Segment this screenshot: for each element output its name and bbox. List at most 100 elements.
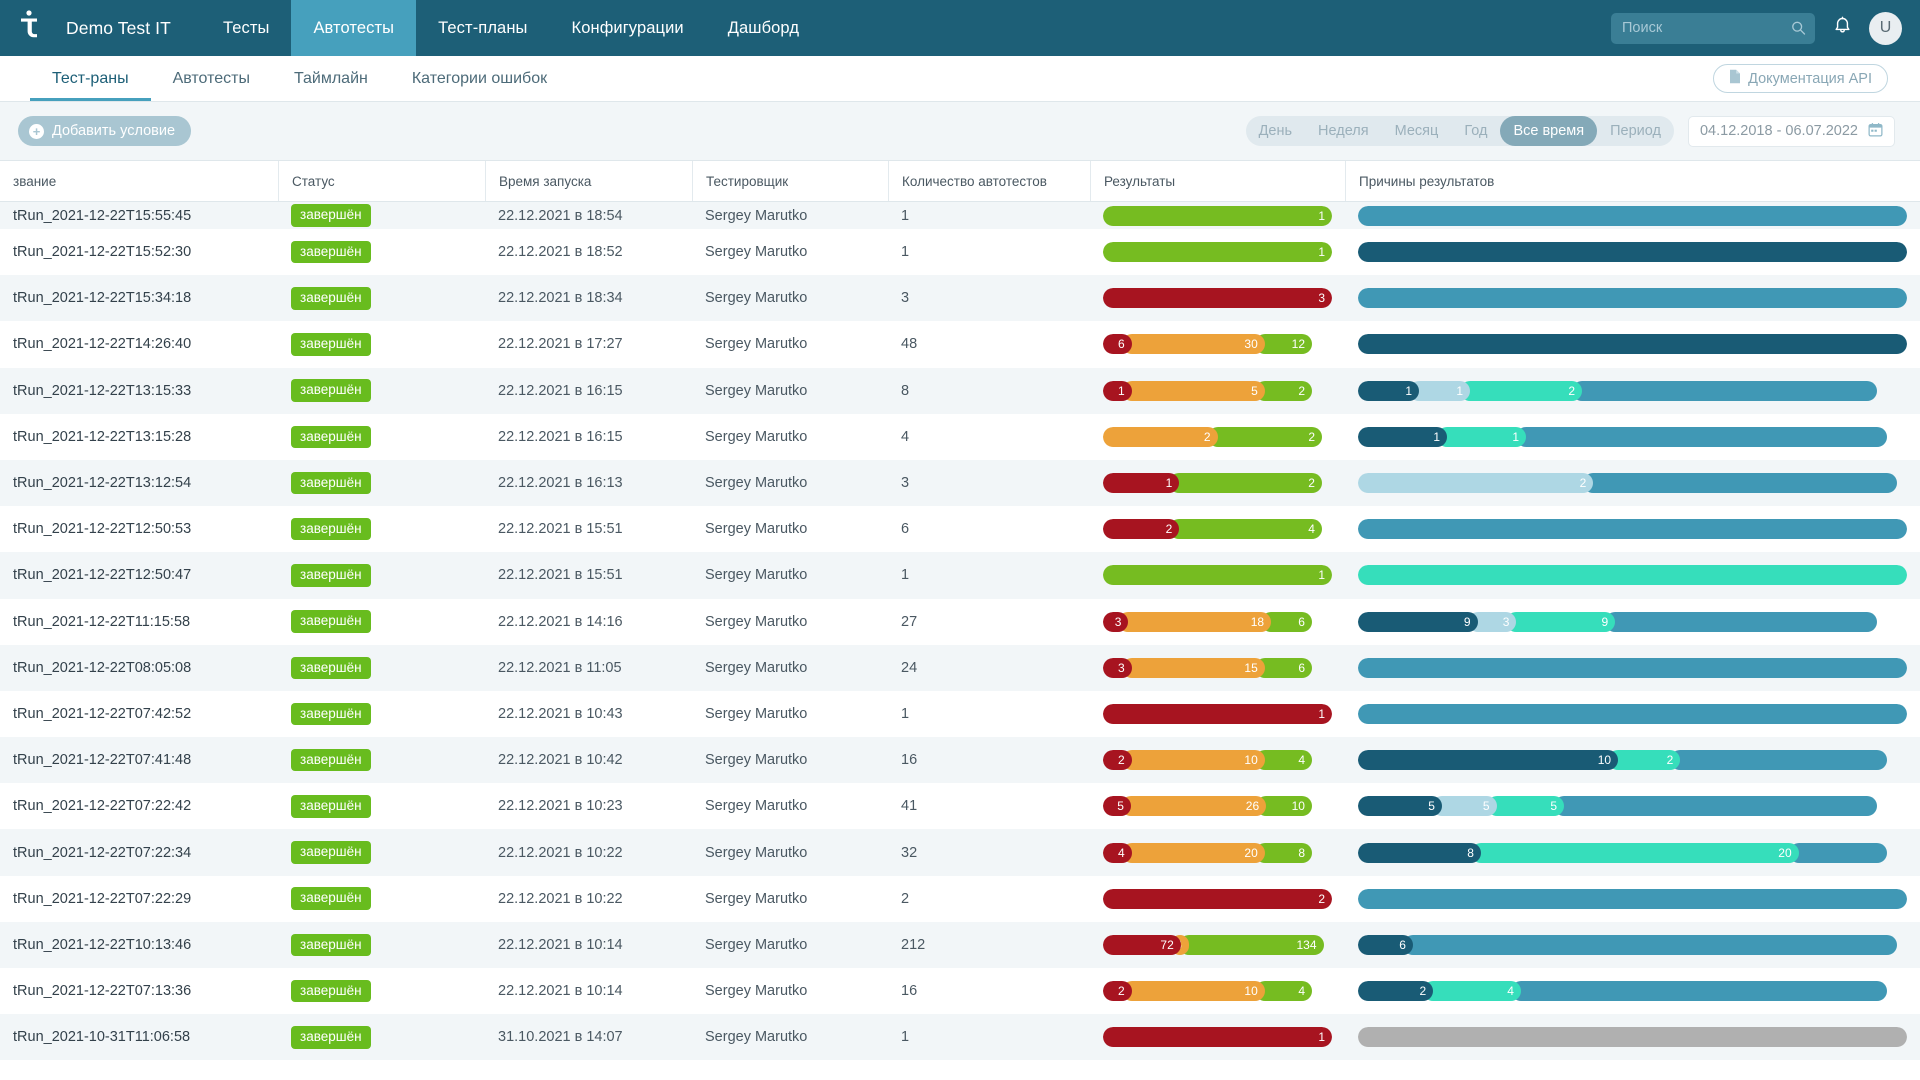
bar-segment-reason_teal[interactable] [1789,843,1887,863]
bar-segment-broken[interactable]: 30 [1122,334,1265,354]
status-badge[interactable]: завершён [291,703,371,726]
cell-name[interactable]: tRun_2021-12-22T13:15:28 [0,414,278,460]
cell-name[interactable]: tRun_2021-10-31T11:06:58 [0,1014,278,1060]
table-row[interactable]: tRun_2021-12-22T07:13:36завершён22.12.20… [0,968,1920,1014]
cell-name[interactable]: tRun_2021-12-22T15:55:45 [0,202,278,229]
bar-segment-broken[interactable]: 10 [1122,981,1265,1001]
cell-name[interactable]: tRun_2021-12-22T12:50:47 [0,552,278,598]
table-row[interactable]: tRun_2021-12-22T07:22:34завершён22.12.20… [0,829,1920,875]
bar-segment-reason_teal[interactable] [1403,935,1897,955]
cell-name[interactable]: tRun_2021-12-22T07:22:42 [0,783,278,829]
date-range-input[interactable]: 04.12.2018 - 06.07.2022 [1688,116,1895,147]
bar-segment-reason_teal[interactable] [1516,427,1887,447]
bar-segment-failed[interactable]: 2 [1103,981,1132,1001]
tab-error-categories[interactable]: Категории ошибок [390,56,569,101]
bar-segment-failed[interactable]: 1 [1103,381,1132,401]
bar-segment-reason_teal[interactable] [1670,750,1887,770]
bar-segment-reason_teal[interactable] [1358,658,1907,678]
status-badge[interactable]: завершён [291,204,371,227]
status-badge[interactable]: завершён [291,610,371,633]
add-condition-button[interactable]: + Добавить условие [18,116,191,146]
bar-segment-reason_teal[interactable] [1583,473,1897,493]
bar-segment-reason_mint[interactable] [1358,565,1907,585]
cell-name[interactable]: tRun_2021-12-22T13:12:54 [0,460,278,506]
cell-name[interactable]: tRun_2021-12-22T07:42:52 [0,691,278,737]
table-row[interactable]: tRun_2021-12-22T11:15:58завершён22.12.20… [0,599,1920,645]
bar-segment-passed[interactable]: 134 [1179,935,1324,955]
cell-name[interactable]: tRun_2021-12-22T08:05:08 [0,645,278,691]
bar-segment-failed[interactable]: 2 [1103,519,1179,539]
bar-segment-passed[interactable]: 4 [1169,519,1322,539]
status-badge[interactable]: завершён [291,1026,371,1049]
bar-segment-reason_mint[interactable]: 4 [1423,981,1521,1001]
period-chip-custom[interactable]: Период [1597,116,1674,146]
column-header-name[interactable]: звание [0,161,278,201]
bar-segment-reason_mint[interactable]: 1 [1437,427,1526,447]
nav-item-testplans[interactable]: Тест-планы [416,0,549,56]
bar-segment-reason_teal[interactable] [1358,206,1907,226]
status-badge[interactable]: завершён [291,980,371,1003]
bar-segment-reason_teal[interactable] [1358,889,1907,909]
cell-name[interactable]: tRun_2021-12-22T15:34:18 [0,275,278,321]
cell-name[interactable]: tRun_2021-12-22T12:50:53 [0,506,278,552]
bar-segment-reason_light_blue[interactable]: 2 [1358,473,1593,493]
period-chip-year[interactable]: Год [1451,116,1500,146]
bar-segment-reason_dark_teal[interactable]: 5 [1358,796,1442,816]
bar-segment-reason_dark_teal[interactable]: 6 [1358,935,1413,955]
bar-segment-failed[interactable]: 1 [1103,1027,1332,1047]
cell-name[interactable]: tRun_2021-12-22T07:41:48 [0,737,278,783]
cell-name[interactable]: tRun_2021-12-22T13:15:33 [0,368,278,414]
bar-segment-failed[interactable]: 2 [1103,889,1332,909]
table-row[interactable]: tRun_2021-12-22T14:26:40завершён22.12.20… [0,321,1920,367]
status-badge[interactable]: завершён [291,426,371,449]
app-logo[interactable] [0,0,58,56]
bar-segment-failed[interactable]: 72 [1103,935,1181,955]
status-badge[interactable]: завершён [291,333,371,356]
bar-segment-failed[interactable]: 1 [1103,473,1179,493]
api-documentation-button[interactable]: Документация API [1713,64,1888,93]
bar-segment-reason_dark_teal[interactable] [1358,334,1907,354]
bar-segment-passed[interactable]: 1 [1103,565,1332,585]
bar-segment-reason_gray[interactable] [1358,1027,1907,1047]
cell-name[interactable]: tRun_2021-12-22T07:22:34 [0,829,278,875]
table-row[interactable]: tRun_2021-12-22T08:05:08завершён22.12.20… [0,645,1920,691]
cell-name[interactable]: tRun_2021-12-22T07:22:29 [0,876,278,922]
bar-segment-broken[interactable]: 10 [1122,750,1265,770]
nav-item-autotests[interactable]: Автотесты [291,0,416,56]
column-header-results[interactable]: Результаты [1090,161,1345,201]
search-input[interactable] [1611,13,1815,44]
avatar[interactable]: U [1869,12,1902,45]
status-badge[interactable]: завершён [291,241,371,264]
table-row[interactable]: tRun_2021-12-22T10:13:46завершён22.12.20… [0,922,1920,968]
table-row[interactable]: tRun_2021-12-22T07:22:29завершён22.12.20… [0,876,1920,922]
bar-segment-reason_teal[interactable] [1605,612,1877,632]
bar-segment-passed[interactable]: 1 [1103,206,1332,226]
status-badge[interactable]: завершён [291,287,371,310]
bar-segment-reason_mint[interactable]: 20 [1471,843,1799,863]
table-row[interactable]: tRun_2021-12-22T15:52:30завершён22.12.20… [0,229,1920,275]
bar-segment-reason_dark_teal[interactable]: 1 [1358,381,1419,401]
bar-segment-reason_mint[interactable]: 2 [1460,381,1582,401]
tab-test-runs[interactable]: Тест-раны [30,56,151,101]
bar-segment-reason_dark_teal[interactable]: 10 [1358,750,1618,770]
bar-segment-broken[interactable]: 20 [1122,843,1265,863]
bar-segment-reason_teal[interactable] [1511,981,1887,1001]
status-badge[interactable]: завершён [291,934,371,957]
bar-segment-reason_mint[interactable]: 2 [1608,750,1680,770]
bar-segment-reason_dark_teal[interactable]: 8 [1358,843,1481,863]
bar-segment-reason_teal[interactable] [1358,704,1907,724]
bar-segment-broken[interactable]: 5 [1122,381,1265,401]
bar-segment-failed[interactable]: 3 [1103,612,1128,632]
cell-name[interactable]: tRun_2021-12-22T07:13:36 [0,968,278,1014]
table-row[interactable]: tRun_2021-12-22T07:42:52завершён22.12.20… [0,691,1920,737]
table-row[interactable]: tRun_2021-12-22T12:50:47завершён22.12.20… [0,552,1920,598]
column-header-status[interactable]: Статус [278,161,485,201]
bar-segment-reason_teal[interactable] [1358,519,1907,539]
status-badge[interactable]: завершён [291,564,371,587]
bar-segment-failed[interactable]: 2 [1103,750,1132,770]
cell-name[interactable]: tRun_2021-12-22T14:26:40 [0,321,278,367]
column-header-tester[interactable]: Тестировщик [692,161,888,201]
table-row[interactable]: tRun_2021-10-31T11:06:58завершён31.10.20… [0,1014,1920,1060]
table-row[interactable]: tRun_2021-12-22T13:15:28завершён22.12.20… [0,414,1920,460]
cell-name[interactable]: tRun_2021-12-22T11:15:58 [0,599,278,645]
